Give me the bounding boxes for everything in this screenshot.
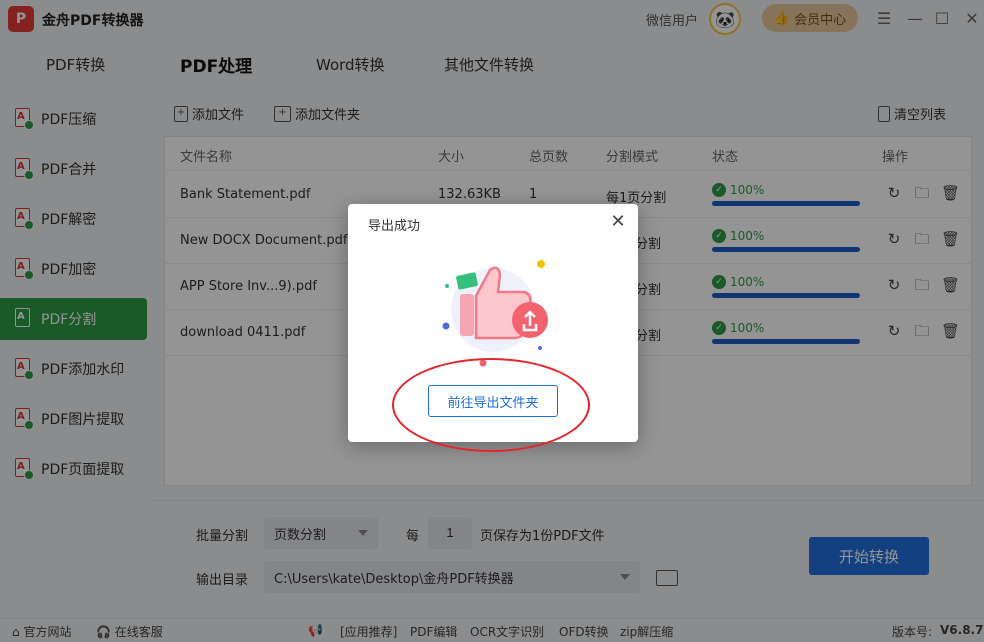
close-icon[interactable]: ✕ — [608, 212, 628, 232]
annotation-ellipse — [392, 358, 590, 452]
thumbs-up-success-illustration — [442, 260, 548, 367]
dialog-title: 导出成功 — [368, 219, 421, 234]
